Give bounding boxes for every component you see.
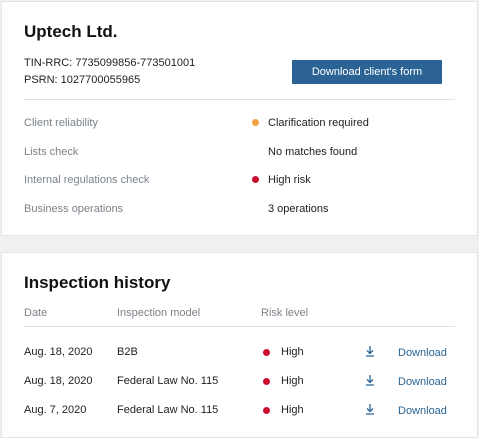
row-date: Aug. 18, 2020 (24, 375, 93, 387)
download-client-form-button[interactable]: Download client's form (292, 60, 442, 84)
check-value-lists: No matches found (268, 146, 358, 158)
risk-dot-red (263, 349, 270, 356)
psrn: PSRN: 1027700055965 (24, 74, 141, 86)
download-icon[interactable] (364, 345, 376, 357)
divider (24, 326, 455, 327)
check-value-business-operations: 3 operations (268, 203, 329, 215)
check-label-client-reliability: Client reliability (24, 117, 98, 129)
history-title: Inspection history (24, 273, 171, 292)
company-name: Uptech Ltd. (24, 22, 118, 41)
column-header-risk: Risk level (261, 307, 309, 319)
column-header-model: Inspection model (117, 307, 201, 319)
row-risk: High (281, 346, 304, 358)
download-link[interactable]: Download (398, 347, 447, 359)
check-label-business-operations: Business operations (24, 203, 124, 215)
download-link[interactable]: Download (398, 405, 447, 417)
status-dot-orange (252, 119, 259, 126)
inspection-history-card: Inspection history Date Inspection model… (1, 252, 478, 438)
row-risk: High (281, 404, 304, 416)
company-card: Uptech Ltd. TIN-RRC: 7735099856-77350100… (1, 1, 478, 236)
download-link[interactable]: Download (398, 376, 447, 388)
check-value-client-reliability: Clarification required (268, 117, 369, 129)
risk-dot-red (263, 378, 270, 385)
column-header-date: Date (24, 307, 48, 319)
row-risk: High (281, 375, 304, 387)
divider (24, 99, 455, 100)
risk-dot-red (263, 407, 270, 414)
row-model: Federal Law No. 115 (117, 404, 219, 416)
row-model: B2B (117, 346, 138, 358)
check-label-internal-regulations: Internal regulations check (24, 174, 150, 186)
row-date: Aug. 7, 2020 (24, 404, 87, 416)
row-model: Federal Law No. 115 (117, 375, 219, 387)
download-icon[interactable] (364, 403, 376, 415)
row-date: Aug. 18, 2020 (24, 346, 93, 358)
download-icon[interactable] (364, 374, 376, 386)
tin-rrc: TIN-RRC: 7735099856-773501001 (24, 57, 196, 69)
check-label-lists: Lists check (24, 146, 79, 158)
status-dot-red (252, 176, 259, 183)
check-value-internal-regulations: High risk (268, 174, 311, 186)
